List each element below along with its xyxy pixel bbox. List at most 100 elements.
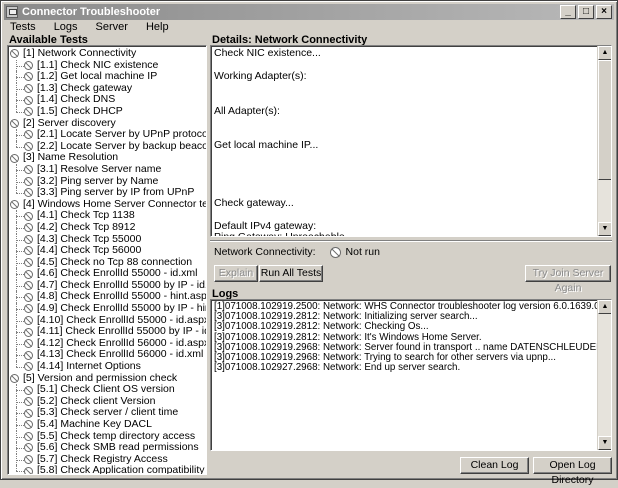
- not-run-icon: [24, 188, 33, 198]
- not-run-icon: [24, 339, 33, 349]
- run-all-tests-button[interactable]: Run All Tests: [259, 265, 323, 282]
- tree-item-label: [4.14] Internet Options: [37, 360, 141, 373]
- scroll-down-icon[interactable]: ▼: [598, 436, 611, 450]
- not-run-icon: [24, 420, 33, 430]
- log-line: [3]071008.102927.2968: Network: End up s…: [214, 362, 461, 374]
- details-line: All Adapter(s):: [214, 104, 280, 117]
- try-join-server-button[interactable]: Try Join Server Again: [525, 265, 611, 294]
- scroll-up-icon[interactable]: ▲: [598, 300, 611, 314]
- not-run-icon: [24, 84, 33, 94]
- details-line: Working Adapter(s):: [214, 70, 307, 82]
- details-scrollbar[interactable]: ▲ ▼: [597, 46, 611, 236]
- tree-test-item[interactable]: [5.8] Check Application compatibility: [10, 464, 206, 475]
- menu-logs[interactable]: Logs: [48, 21, 84, 33]
- details-line: [214, 94, 595, 106]
- not-run-icon: [10, 118, 19, 128]
- not-run-icon: [24, 176, 33, 186]
- not-run-icon: [24, 257, 33, 267]
- tree-item-label: [1] Network Connectivity: [23, 47, 137, 59]
- not-run-icon: [24, 142, 33, 152]
- details-line: [214, 117, 595, 129]
- scroll-up-icon[interactable]: ▲: [598, 46, 611, 60]
- not-run-icon: [24, 466, 33, 474]
- not-run-icon: [10, 49, 19, 59]
- details-line: Check gateway...: [214, 196, 294, 209]
- not-run-icon: [24, 327, 33, 337]
- not-run-icon: [24, 165, 33, 175]
- not-run-icon: [24, 304, 33, 314]
- tree-item-label: [3.1] Resolve Server name: [37, 162, 162, 175]
- not-run-icon: [329, 246, 341, 258]
- tree-test-item[interactable]: [4.9] Check EnrollId 55000 by IP - hint.…: [10, 302, 206, 315]
- not-run-icon: [24, 234, 33, 244]
- not-run-icon: [24, 443, 33, 453]
- details-line: [214, 163, 595, 175]
- scroll-thumb[interactable]: [598, 60, 611, 180]
- not-run-icon: [10, 200, 19, 210]
- tree-test-item[interactable]: [5.4] Machine Key DACL: [10, 418, 206, 431]
- clean-log-button[interactable]: Clean Log: [460, 457, 529, 474]
- open-log-directory-button[interactable]: Open Log Directory: [533, 457, 612, 486]
- tree-item-label: [4.9] Check EnrollId 55000 by IP - hint.…: [37, 302, 206, 315]
- maximize-button[interactable]: □: [578, 5, 594, 19]
- not-run-icon: [24, 362, 33, 372]
- minimize-button[interactable]: _: [560, 5, 576, 19]
- not-run-icon: [24, 95, 33, 105]
- menu-server[interactable]: Server: [90, 21, 134, 33]
- not-run-icon: [24, 269, 33, 279]
- tree-item-label: [5.4] Machine Key DACL: [37, 418, 152, 430]
- details-textbox[interactable]: Check NIC existence... Working Adapter(s)…: [210, 45, 612, 237]
- tree-test-item[interactable]: [3.3] Ping server by IP from UPnP: [10, 187, 206, 199]
- menu-help[interactable]: Help: [140, 21, 175, 33]
- status-row: Network Connectivity: Not run: [214, 246, 380, 258]
- tree-test-item[interactable]: [4.4] Check Tcp 56000: [10, 244, 206, 257]
- not-run-icon: [24, 223, 33, 233]
- tree-test-item[interactable]: [4.2] Check Tcp 8912: [10, 220, 206, 234]
- close-button[interactable]: ×: [596, 5, 612, 19]
- tests-tree[interactable]: [1] Network Connectivity [1.1] Check NIC …: [7, 45, 207, 475]
- tree-test-item[interactable]: [2.1] Locate Server by UPnP protocol: [10, 129, 206, 141]
- not-run-icon: [24, 130, 33, 140]
- not-run-icon: [24, 60, 33, 70]
- not-run-icon: [24, 397, 33, 407]
- tree-item-label: [2.1] Locate Server by UPnP protocol: [37, 128, 207, 141]
- tree-test-item[interactable]: [1.5] Check DHCP: [10, 105, 206, 118]
- app-icon: [6, 6, 18, 18]
- window-title: Connector Troubleshooter: [22, 6, 161, 18]
- menu-bar: Tests Logs Server Help: [4, 20, 614, 34]
- logs-scrollbar[interactable]: ▲ ▼: [597, 300, 611, 450]
- menu-tests[interactable]: Tests: [4, 21, 42, 33]
- details-line: [214, 175, 595, 187]
- tree-test-item[interactable]: [3.1] Resolve Server name: [10, 162, 206, 176]
- not-run-icon: [10, 153, 19, 163]
- not-run-icon: [24, 431, 33, 441]
- not-run-icon: [10, 373, 19, 383]
- details-line: Check NIC existence...: [214, 47, 321, 59]
- not-run-icon: [24, 107, 33, 117]
- explain-button[interactable]: Explain: [214, 265, 258, 282]
- app-window: Connector Troubleshooter _ □ × Tests Log…: [0, 0, 618, 486]
- tree-test-item[interactable]: [4.14] Internet Options: [10, 360, 206, 373]
- title-bar[interactable]: Connector Troubleshooter _ □ ×: [4, 4, 614, 20]
- tree-item-label: [5.8] Check Application compatibility: [37, 464, 205, 475]
- divider: [210, 240, 612, 242]
- not-run-icon: [24, 385, 33, 395]
- tree-group-item[interactable]: [1] Network Connectivity: [10, 47, 206, 60]
- tree-item-label: [4.2] Check Tcp 8912: [37, 220, 136, 233]
- not-run-icon: [24, 292, 33, 302]
- status-label: Network Connectivity:: [214, 246, 316, 258]
- details-line: [214, 83, 595, 95]
- not-run-icon: [24, 211, 33, 221]
- logs-textbox[interactable]: [1]071008.102919.2500: Network: WHS Conn…: [210, 299, 612, 451]
- not-run-icon: [24, 315, 33, 325]
- scroll-down-icon[interactable]: ▼: [598, 222, 611, 236]
- not-run-icon: [24, 408, 33, 418]
- details-line: [214, 209, 595, 221]
- tree-item-label: [3.3] Ping server by IP from UPnP: [37, 186, 195, 199]
- status-value: Not run: [345, 246, 380, 258]
- details-line: [214, 186, 595, 198]
- not-run-icon: [24, 72, 33, 82]
- details-line: [214, 152, 595, 164]
- tree-item-label: [4.4] Check Tcp 56000: [37, 244, 142, 257]
- details-line: Ping Gateway: Unreachable: [214, 231, 345, 237]
